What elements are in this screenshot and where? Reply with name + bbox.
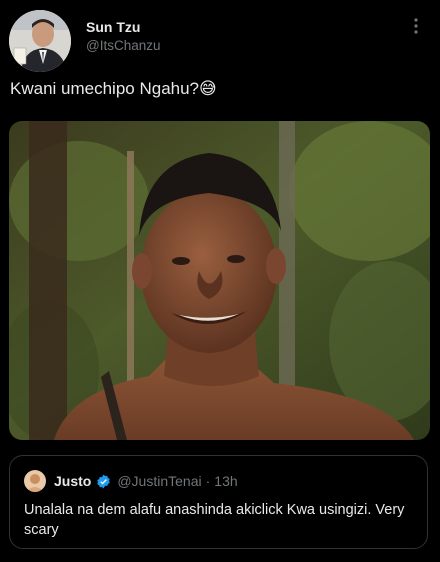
quoted-tweet-text: Unalala na dem alafu anashinda akiclick … [24,502,405,538]
quoted-author-name[interactable]: Justo [54,473,91,489]
avatar-image [9,10,71,72]
quoted-timestamp[interactable]: 13h [214,473,237,489]
tweet-media-image[interactable] [9,121,430,440]
author-avatar[interactable] [9,10,71,72]
tweet-text: Kwani umechipo Ngahu?😅 [10,79,217,98]
author-name[interactable]: Sun Tzu [86,19,140,35]
more-options-icon[interactable] [404,14,428,38]
quoted-header: Justo @JustinTenai · 13h [54,473,238,489]
photo [9,121,430,440]
separator-dot: · [205,473,211,489]
author-handle[interactable]: @ItsChanzu [86,38,161,53]
quoted-author-avatar[interactable] [24,470,46,492]
quoted-tweet[interactable]: Justo @JustinTenai · 13h Unalala na dem … [9,455,428,549]
verified-badge-icon [96,474,111,489]
quoted-author-handle[interactable]: @JustinTenai [117,473,201,489]
